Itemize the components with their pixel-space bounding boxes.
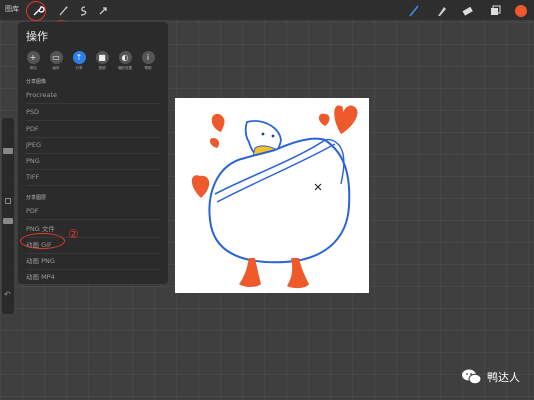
gallery-button[interactable]: 图库 [5,4,19,14]
format-png[interactable]: PNG [26,157,160,170]
side-slider-bar: ↶ [2,118,14,314]
tab-canvas[interactable]: ▭ 画布 [47,51,65,71]
layer-format-animated-png[interactable]: 动画 PNG [26,255,160,270]
selection-icon[interactable] [76,3,90,17]
tab-share[interactable]: ↑ 分享 [70,51,88,71]
eraser-icon[interactable] [460,3,474,17]
tab-add[interactable]: + 添加 [24,51,42,71]
layers-icon[interactable] [488,3,502,17]
watermark-text: 鸭达人 [487,371,520,384]
action-tabs: + 添加 ▭ 画布 ↑ 分享 ■ 视频 ◐ 偏好设置 i 帮助 [24,51,157,71]
panel-title: 操作 [26,30,48,43]
format-procreate[interactable]: Procreate [26,91,160,104]
format-psd[interactable]: PSD [26,108,160,121]
layer-format-animated-mp4[interactable]: 动画 MP4 [26,271,160,286]
watermark: 鸭达人 [461,368,520,386]
opacity-slider[interactable] [3,218,13,224]
tab-prefs[interactable]: ◐ 偏好设置 [116,51,134,71]
smudge-icon[interactable] [434,3,448,17]
format-jpeg[interactable]: JPEG [26,141,160,154]
color-swatch-icon[interactable] [514,3,528,17]
video-icon: ■ [95,51,109,64]
wechat-icon [462,369,482,385]
share-icon: ↑ [72,51,86,64]
section-share-image: 分享图像 [26,79,47,85]
layer-format-pdf[interactable]: PDF [26,207,160,220]
annotation-circle-wrench [26,1,46,21]
brush-icon[interactable] [407,3,421,17]
duck-drawing [191,105,358,289]
canvas-icon: ▭ [49,51,63,64]
top-toolbar: 图库 [0,0,534,20]
tab-video[interactable]: ■ 视频 [93,51,111,71]
artwork-canvas[interactable] [175,98,369,293]
format-pdf[interactable]: PDF [26,125,160,138]
format-tiff[interactable]: TIFF [26,173,160,186]
magic-wand-icon[interactable] [56,3,70,17]
help-icon: i [141,51,155,64]
annotation-number-two: ② [68,227,79,241]
add-icon: + [26,51,40,64]
prefs-icon: ◐ [118,51,132,64]
transform-icon[interactable] [96,3,110,17]
annotation-circle-gif [20,233,65,249]
brush-size-slider[interactable] [3,148,13,154]
tab-help[interactable]: i 帮助 [139,51,157,71]
section-share-layers: 分享图层 [26,195,47,201]
undo-icon[interactable]: ↶ [4,290,11,299]
modify-button[interactable] [5,198,11,204]
